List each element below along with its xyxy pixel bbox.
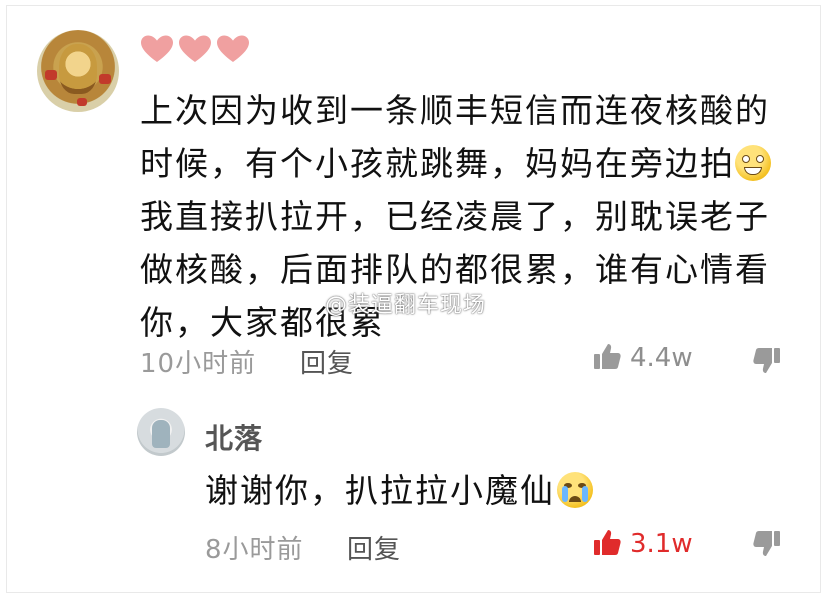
reply-like-count: 3.1w	[630, 529, 693, 559]
heart-icon	[141, 35, 173, 62]
comment-time: 10小时前	[140, 349, 257, 379]
thumbs-down-icon[interactable]	[752, 345, 782, 375]
reply-time: 8小时前	[205, 535, 304, 565]
crying-emoji-icon	[557, 472, 593, 508]
comment-line: 时候，有个小孩就跳舞，妈妈在旁边拍	[140, 137, 780, 190]
commenter-avatar[interactable]	[37, 30, 119, 112]
reply-reply-button[interactable]: 回复	[347, 529, 401, 566]
grin-emoji-icon	[735, 145, 771, 181]
comment-line: 上次因为收到一条顺丰短信而连夜核酸的	[140, 91, 770, 130]
reply-button[interactable]: 回复	[300, 343, 354, 380]
heart-rating	[140, 34, 250, 64]
reply-body: 谢谢你，扒拉拉小魔仙	[205, 464, 593, 512]
thumbs-up-active-icon[interactable]	[592, 528, 622, 558]
replier-name[interactable]: 北落	[205, 417, 263, 457]
comment-line: 我直接扒拉开，已经凌晨了，别耽误老子	[140, 197, 770, 236]
thumbs-up-icon[interactable]	[592, 342, 622, 372]
like-count: 4.4w	[630, 343, 693, 373]
watermark: @装逼翻车现场	[325, 293, 487, 318]
replier-avatar[interactable]	[137, 408, 185, 456]
thumbs-down-icon[interactable]	[752, 528, 782, 558]
heart-icon	[217, 35, 249, 62]
heart-icon	[179, 35, 211, 62]
